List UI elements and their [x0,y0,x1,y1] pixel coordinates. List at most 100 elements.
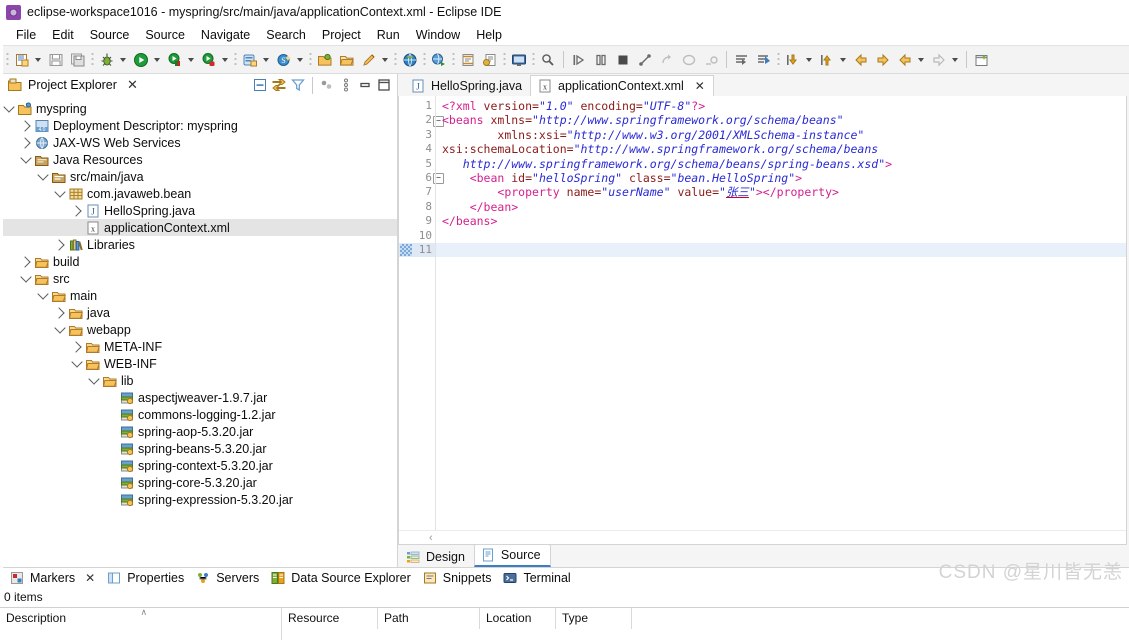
run-icon[interactable] [131,50,151,70]
run-dropdown-icon[interactable] [152,51,162,69]
tab-hellospring-java[interactable]: J HelloSpring.java [404,76,531,96]
next-marker-dropdown-icon[interactable] [804,51,814,69]
tab-project-explorer[interactable]: Project Explorer ✕ [4,75,142,96]
stop-server-dropdown-icon[interactable] [220,51,230,69]
project-tree[interactable]: myspring 4.0 Deployment Descriptor: myspri… [0,97,397,551]
tree-item[interactable]: WEB-INF [0,355,397,372]
tab-data-source-explorer[interactable]: Data Source Explorer [267,569,417,588]
code-line[interactable]: </bean> [436,200,1126,214]
tab-snippets[interactable]: Snippets [419,569,498,588]
chevron-down-icon[interactable] [2,101,16,117]
code-line[interactable]: xmlns:xsi="http://www.w3.org/2001/XMLSch… [436,128,1126,142]
next-marker-icon[interactable] [783,50,803,70]
column-header[interactable]: Type [556,608,632,629]
column-header[interactable]: Path [378,608,480,629]
tree-item[interactable]: com.javaweb.bean [0,185,397,202]
tree-item[interactable]: src/main/java [0,168,397,185]
globe-icon[interactable] [400,50,420,70]
step-over-icon[interactable] [591,50,611,70]
code-line[interactable]: </beans> [436,214,1126,228]
next-annotation-icon[interactable] [754,50,774,70]
tree-item[interactable]: Java Resources [0,151,397,168]
chevron-right-icon[interactable] [53,305,67,321]
column-header[interactable]: Resource [282,608,378,629]
tree-item[interactable]: spring-context-5.3.20.jar [0,457,397,474]
tab-applicationcontext-xml[interactable]: x applicationContext.xml ✕ [530,75,714,96]
run-server-dropdown-icon[interactable] [186,51,196,69]
tree-item[interactable]: build [0,253,397,270]
tree-item[interactable]: META-INF [0,338,397,355]
tree-item[interactable]: 4.0 Deployment Descriptor: myspring [0,117,397,134]
chevron-right-icon[interactable] [70,203,84,219]
code-line[interactable]: <bean id="helloSpring" class="bean.Hello… [436,171,1126,185]
code-line[interactable] [436,242,1126,258]
terminal-icon[interactable] [509,50,529,70]
branch-icon[interactable] [635,50,655,70]
new-source-dropdown-icon[interactable] [295,51,305,69]
tree-item[interactable]: J HelloSpring.java [0,202,397,219]
search-icon[interactable] [538,50,558,70]
tab-properties[interactable]: Properties [103,569,190,588]
scroll-left-icon[interactable]: ‹ [429,532,433,544]
code-line[interactable] [436,229,1126,243]
back-history-dropdown-icon[interactable] [916,51,926,69]
save-all-icon[interactable] [68,50,88,70]
tree-item[interactable]: spring-beans-5.3.20.jar [0,440,397,457]
link-with-editor-icon[interactable] [270,76,288,94]
debug-icon[interactable] [97,50,117,70]
menu-navigate[interactable]: Navigate [193,27,258,44]
back-history-icon[interactable] [895,50,915,70]
chevron-down-icon[interactable] [19,152,33,168]
previous-marker-dropdown-icon[interactable] [838,51,848,69]
open-package-icon[interactable] [315,50,335,70]
menu-edit[interactable]: Edit [44,27,82,44]
run-server-icon[interactable] [165,50,185,70]
chevron-right-icon[interactable] [70,339,84,355]
tree-item[interactable]: Libraries [0,236,397,253]
minimize-icon[interactable] [356,76,374,94]
tree-item[interactable]: commons-logging-1.2.jar [0,406,397,423]
view-menu-icon[interactable] [318,76,336,94]
close-icon[interactable]: ✕ [695,79,705,93]
code-line[interactable]: http://www.springframework.org/schema/be… [436,157,1126,171]
forward-history-icon[interactable] [929,50,949,70]
tree-item[interactable]: aspectjweaver-1.9.7.jar [0,389,397,406]
new-java-project-dropdown-icon[interactable] [261,51,271,69]
chevron-down-icon[interactable] [87,373,101,389]
save-icon[interactable] [46,50,66,70]
chevron-right-icon[interactable] [19,135,33,151]
deploy-icon[interactable] [429,50,449,70]
code-editor[interactable]: 1 2−3 4 5 6−7 8 9 10 11 <?xml version="1.0" enco… [399,96,1126,530]
terminate-icon[interactable] [613,50,633,70]
chevron-down-icon[interactable] [53,322,67,338]
chevron-down-icon[interactable] [36,169,50,185]
tab-source[interactable]: Source [473,544,551,567]
column-header[interactable]: Description ∧ [0,607,282,629]
close-icon[interactable]: ✕ [127,78,138,91]
chevron-right-icon[interactable] [19,254,33,270]
step-return-icon[interactable] [657,50,677,70]
pencil-icon[interactable] [359,50,379,70]
markers-table-body[interactable] [0,629,1129,640]
menu-source-2[interactable]: Source [137,27,193,44]
view-menu-vertical-icon[interactable] [337,76,355,94]
editor-horizontal-scrollbar[interactable]: ‹ [399,530,1126,544]
back-arrow-yellow-icon[interactable] [851,50,871,70]
step-into-icon[interactable] [569,50,589,70]
tab-markers[interactable]: Markers ✕ [6,569,101,588]
previous-marker-icon[interactable] [817,50,837,70]
close-icon[interactable]: ✕ [85,571,95,585]
menu-help[interactable]: Help [468,27,510,44]
code-line[interactable]: <beans xmlns="http://www.springframework… [436,113,1126,127]
stop-server-icon[interactable] [199,50,219,70]
new-icon[interactable] [12,50,32,70]
tree-item[interactable]: spring-expression-5.3.20.jar [0,491,397,508]
tree-item[interactable]: myspring [0,100,397,117]
tree-item[interactable]: spring-core-5.3.20.jar [0,474,397,491]
code-content[interactable]: <?xml version="1.0" encoding="UTF-8"?> <b… [435,96,1126,530]
tree-item[interactable]: webapp [0,321,397,338]
menu-file[interactable]: File [8,27,44,44]
chevron-down-icon[interactable] [70,356,84,372]
menu-window[interactable]: Window [408,27,468,44]
debug-dropdown-icon[interactable] [118,51,128,69]
